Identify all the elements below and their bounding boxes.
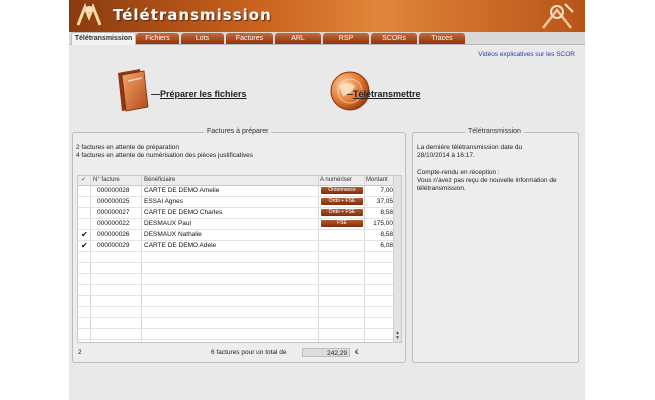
beneficiary-name: ESSAI Agnes: [144, 198, 184, 205]
column-header-to-scan[interactable]: A numériser: [320, 176, 353, 186]
tab-lots[interactable]: Lots: [181, 33, 224, 44]
invoice-number: 000000026: [97, 231, 130, 238]
last-transmission-date: 28/10/2014 à 16:17.: [417, 152, 475, 159]
invoices-total-field: 242,29: [302, 348, 350, 357]
empty-row: [78, 296, 394, 307]
to-scan-badge[interactable]: Ordonnance: [321, 187, 363, 194]
table-row[interactable]: 000000022 DESMAUX Paul FSE 175,00: [78, 219, 394, 230]
tab-teletransmission[interactable]: Télétransmission: [71, 32, 136, 45]
teletransmit-label[interactable]: Télétransmettre: [353, 89, 421, 99]
table-row[interactable]: 000000028 CARTE DE DEMO Amelie Ordonnanc…: [78, 186, 394, 197]
empty-row: [78, 274, 394, 285]
invoice-amount: 175,00: [373, 220, 393, 227]
tab-traces[interactable]: Traces: [419, 33, 465, 44]
currency-label: €: [355, 349, 359, 356]
table-row[interactable]: ✔ 000000026 DESMAUX Nathalie 8,58: [78, 230, 394, 241]
invoices-to-prepare-panel: Factures à préparer 2 factures en attent…: [72, 128, 406, 363]
beneficiary-name: DESMAUX Paul: [144, 220, 191, 227]
prepare-files-label[interactable]: Préparer les fichiers: [160, 89, 247, 99]
empty-row: [78, 252, 394, 263]
table-row[interactable]: 000000025 ESSAI Agnes Ordo + FSE 37,05: [78, 197, 394, 208]
app-title: Télétransmission: [113, 6, 272, 24]
invoice-number: 000000027: [97, 209, 130, 216]
invoice-number: 000000025: [97, 198, 130, 205]
beneficiary-name: CARTE DE DEMO Adele: [144, 242, 217, 249]
footer-count: 2: [78, 349, 82, 356]
table-row[interactable]: 000000027 CARTE DE DEMO Charles Ordo + F…: [78, 208, 394, 219]
tab-fichiers[interactable]: Fichiers: [136, 33, 179, 44]
empty-row: [78, 307, 394, 318]
column-header-number[interactable]: N° facture: [93, 176, 120, 186]
tab-factures[interactable]: Factures: [226, 33, 273, 44]
table-row[interactable]: ✔ 000000029 CARTE DE DEMO Adele 6,08: [78, 241, 394, 252]
pending-scan-text: 4 factures en attente de numérisation de…: [76, 152, 254, 159]
app-window: Télétransmission Télétransmission Fichie…: [69, 0, 585, 400]
beneficiary-name: CARTE DE DEMO Charles: [144, 209, 223, 216]
tab-scors[interactable]: SCORs: [371, 33, 417, 44]
beneficiary-name: CARTE DE DEMO Amelie: [144, 187, 220, 194]
app-header: Télétransmission: [69, 0, 585, 32]
invoice-number: 000000022: [97, 220, 130, 227]
folder-icon: [118, 69, 149, 112]
invoice-number: 000000028: [97, 187, 130, 194]
scroll-down-icon[interactable]: ▼: [394, 336, 401, 341]
to-scan-badge[interactable]: FSE: [321, 220, 363, 227]
invoice-amount: 7,00: [380, 187, 393, 194]
empty-row: [78, 285, 394, 296]
empty-row: [78, 329, 394, 340]
to-scan-badge[interactable]: Ordo + FSE: [321, 198, 363, 205]
prepare-files-pointer: [151, 94, 160, 95]
tab-rsp[interactable]: RSP: [323, 33, 369, 44]
satellite-dish-icon: [542, 3, 574, 29]
report-text-end: télétransmission.: [417, 185, 466, 192]
invoices-panel-title: Factures à préparer: [204, 128, 272, 135]
beneficiary-name: DESMAUX Nathalie: [144, 231, 202, 238]
prepare-files-button[interactable]: [114, 67, 154, 113]
teletransmission-panel-title: Télétransmission: [465, 128, 524, 135]
empty-row: [78, 263, 394, 274]
teletransmission-info-panel: Télétransmission La dernière télétransmi…: [412, 128, 579, 363]
row-checkmark-icon[interactable]: ✔: [81, 230, 88, 240]
to-scan-badge[interactable]: Ordo + FSE: [321, 209, 363, 216]
teletransmit-pointer: [347, 94, 353, 95]
column-header-beneficiary[interactable]: Bénéficiaire: [144, 176, 176, 186]
scor-videos-link[interactable]: Vidéos explicatives sur les SCOR: [478, 51, 575, 58]
app-logo-icon: [76, 3, 102, 26]
invoices-total-label: 6 factures pour un total de: [211, 349, 287, 356]
invoices-table: ✓ N° facture Bénéficiaire A numériser Mo…: [77, 175, 402, 343]
empty-row: [78, 318, 394, 329]
invoice-amount: 8,58: [380, 231, 393, 238]
invoice-number: 000000029: [97, 242, 130, 249]
check-column-icon[interactable]: ✓: [81, 176, 87, 186]
column-header-amount[interactable]: Montant: [366, 176, 388, 186]
invoice-amount: 6,08: [380, 242, 393, 249]
table-scrollbar[interactable]: [393, 176, 401, 342]
tab-arl[interactable]: ARL: [275, 33, 321, 44]
tab-bar: Télétransmission Fichiers Lots Factures …: [69, 32, 585, 45]
row-checkmark-icon[interactable]: ✔: [81, 241, 88, 251]
invoice-amount: 8,58: [380, 209, 393, 216]
invoice-amount: 37,05: [376, 198, 393, 205]
